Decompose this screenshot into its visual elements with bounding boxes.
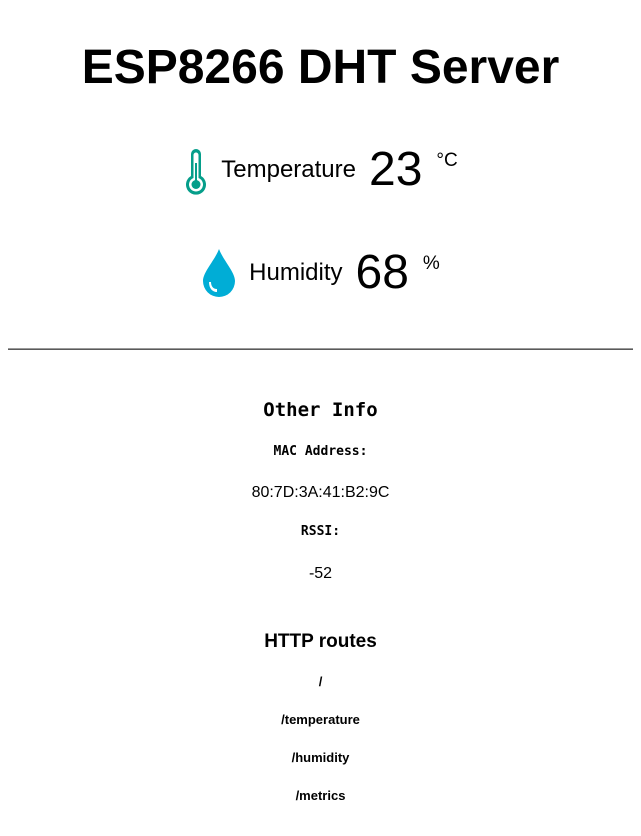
route-root: / — [318, 674, 323, 689]
thermometer-icon — [183, 145, 209, 195]
rssi-label: RSSI: — [300, 524, 341, 539]
rssi-value: -52 — [308, 565, 333, 582]
http-routes-title: HTTP routes — [264, 631, 377, 652]
route-metrics: /metrics — [295, 788, 346, 803]
temperature-label: Temperature — [221, 156, 356, 183]
divider — [8, 348, 633, 350]
temperature-reading: Temperature 23 °C — [0, 140, 641, 200]
route-temperature: /temperature — [281, 712, 360, 727]
route-humidity: /humidity — [291, 750, 350, 765]
mac-address-label: MAC Address: — [273, 444, 368, 459]
page-title: ESP8266 DHT Server — [81, 41, 560, 94]
water-drop-icon — [201, 248, 237, 298]
humidity-value: 68 — [355, 246, 409, 299]
humidity-reading: Humidity 68 % — [0, 243, 641, 303]
other-info-title: Other Info — [263, 399, 378, 421]
humidity-label: Humidity — [249, 259, 343, 286]
temperature-unit: °C — [436, 150, 458, 171]
temperature-value: 23 — [369, 143, 423, 196]
humidity-unit: % — [422, 253, 440, 274]
mac-address-value: 80:7D:3A:41:B2:9C — [251, 484, 390, 501]
